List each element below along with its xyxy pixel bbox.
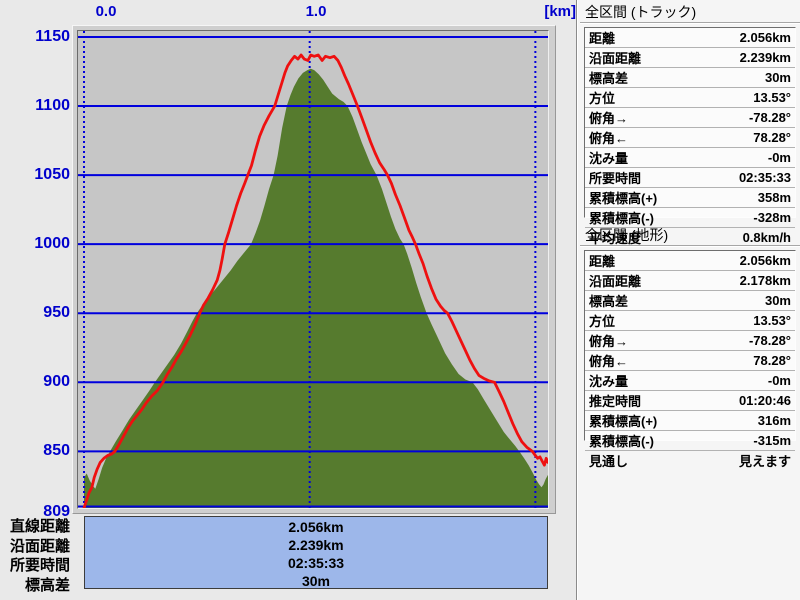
- stat-row: 累積標高(+)358m: [585, 188, 795, 208]
- y-axis-tick-label: 1100: [2, 96, 70, 116]
- stat-value: -328m: [753, 210, 791, 225]
- stat-label: 沿面距離: [589, 48, 740, 67]
- stat-row: 累積標高(+)316m: [585, 411, 795, 431]
- stat-label: 沈み量: [589, 148, 768, 167]
- panel-rule: [580, 22, 800, 23]
- y-axis-tick-label: 850: [2, 441, 70, 461]
- stat-row: 見通し見えます: [585, 451, 795, 470]
- plot-frame: [72, 25, 556, 514]
- stat-value: 13.53°: [753, 313, 791, 328]
- summary-value: 2.239km: [85, 536, 547, 554]
- summary-label: 直線距離: [0, 517, 70, 537]
- stat-label: 累積標高(+): [589, 411, 758, 430]
- stat-row: 沿面距離2.178km: [585, 271, 795, 291]
- stat-value: -78.28°: [749, 110, 791, 125]
- stat-value: 2.056km: [740, 30, 791, 45]
- stat-value: 13.53°: [753, 90, 791, 105]
- summary-label: 所要時間: [0, 556, 70, 576]
- stat-label: 俯角→: [589, 331, 749, 350]
- stat-value: -0m: [768, 373, 791, 388]
- stat-label: 俯角←: [589, 351, 753, 370]
- stat-label: 所要時間: [589, 168, 739, 187]
- x-axis-unit-label: [km]: [528, 3, 576, 21]
- stat-label: 方位: [589, 311, 753, 330]
- panel-title-track: 全区間 (トラック): [585, 3, 796, 22]
- stats-table-terrain: 距離2.056km沿面距離2.178km標高差30m方位13.53°俯角→-78…: [584, 250, 796, 441]
- panel-rule: [580, 245, 800, 246]
- stat-value: 2.178km: [740, 273, 791, 288]
- stat-label: 累積標高(-): [589, 431, 753, 450]
- stat-value: 78.28°: [753, 353, 791, 368]
- summary-value: 30m: [85, 572, 547, 590]
- y-axis-tick-label: 900: [2, 372, 70, 392]
- stat-value: 01:20:46: [739, 393, 791, 408]
- panel-title-terrain: 全区間 (地形): [585, 226, 796, 245]
- stat-row: 累積標高(-)-328m: [585, 208, 795, 228]
- stat-label: 沿面距離: [589, 271, 740, 290]
- stat-row: 俯角→-78.28°: [585, 108, 795, 128]
- y-axis-tick-label: 1050: [2, 165, 70, 185]
- stat-label: 標高差: [589, 68, 765, 87]
- x-axis-tick-label-1: 1.0: [294, 3, 338, 21]
- summary-value: 2.056km: [85, 518, 547, 536]
- stat-row: 距離2.056km: [585, 251, 795, 271]
- stat-value: 02:35:33: [739, 170, 791, 185]
- stat-label: 方位: [589, 88, 753, 107]
- stat-label: 俯角→: [589, 108, 749, 127]
- summary-label: 標高差: [0, 576, 70, 596]
- stat-label: 見通し: [589, 451, 739, 470]
- chart-region: 0.0 1.0 [km] 115011001050100095090085080…: [0, 0, 576, 600]
- stat-row: 累積標高(-)-315m: [585, 431, 795, 451]
- stat-row: 距離2.056km: [585, 28, 795, 48]
- stat-row: 所要時間02:35:33: [585, 168, 795, 188]
- stat-row: 標高差30m: [585, 291, 795, 311]
- stat-row: 標高差30m: [585, 68, 795, 88]
- y-axis-tick-label: 1150: [2, 27, 70, 47]
- stat-label: 沈み量: [589, 371, 768, 390]
- summary-label: 沿面距離: [0, 537, 70, 557]
- stat-value: 2.056km: [740, 253, 791, 268]
- y-axis-tick-label: 950: [2, 303, 70, 323]
- stats-side-panel: 全区間 (トラック) 距離2.056km沿面距離2.239km標高差30m方位1…: [576, 0, 800, 600]
- summary-value: 02:35:33: [85, 554, 547, 572]
- stat-value: 30m: [765, 293, 791, 308]
- stat-label: 推定時間: [589, 391, 739, 410]
- stat-label: 距離: [589, 28, 740, 47]
- stats-table-track: 距離2.056km沿面距離2.239km標高差30m方位13.53°俯角→-78…: [584, 27, 796, 218]
- stat-value: -0m: [768, 150, 791, 165]
- stat-value: 30m: [765, 70, 791, 85]
- stat-value: -315m: [753, 433, 791, 448]
- terrain-area: [84, 69, 548, 508]
- stat-row: 沈み量-0m: [585, 371, 795, 391]
- stat-label: 俯角←: [589, 128, 753, 147]
- summary-values-box: 2.056km2.239km02:35:3330m: [84, 516, 548, 589]
- stat-value: 2.239km: [740, 50, 791, 65]
- stat-row: 方位13.53°: [585, 311, 795, 331]
- stat-value: 316m: [758, 413, 791, 428]
- stat-row: 沈み量-0m: [585, 148, 795, 168]
- x-axis-tick-label-0: 0.0: [84, 3, 128, 21]
- stat-row: 俯角←78.28°: [585, 351, 795, 371]
- elevation-plot-svg[interactable]: [78, 31, 548, 508]
- stat-row: 俯角←78.28°: [585, 128, 795, 148]
- stat-value: -78.28°: [749, 333, 791, 348]
- summary-labels: 直線距離沿面距離所要時間標高差: [0, 517, 70, 595]
- elevation-plot[interactable]: [77, 30, 549, 509]
- stat-value: 358m: [758, 190, 791, 205]
- stat-label: 距離: [589, 251, 740, 270]
- stat-label: 累積標高(+): [589, 188, 758, 207]
- stat-row: 俯角→-78.28°: [585, 331, 795, 351]
- stat-label: 標高差: [589, 291, 765, 310]
- stat-row: 沿面距離2.239km: [585, 48, 795, 68]
- stat-label: 累積標高(-): [589, 208, 753, 227]
- y-axis-tick-label: 1000: [2, 234, 70, 254]
- stat-row: 方位13.53°: [585, 88, 795, 108]
- stat-row: 推定時間01:20:46: [585, 391, 795, 411]
- stat-value: 見えます: [739, 451, 791, 470]
- stat-value: 78.28°: [753, 130, 791, 145]
